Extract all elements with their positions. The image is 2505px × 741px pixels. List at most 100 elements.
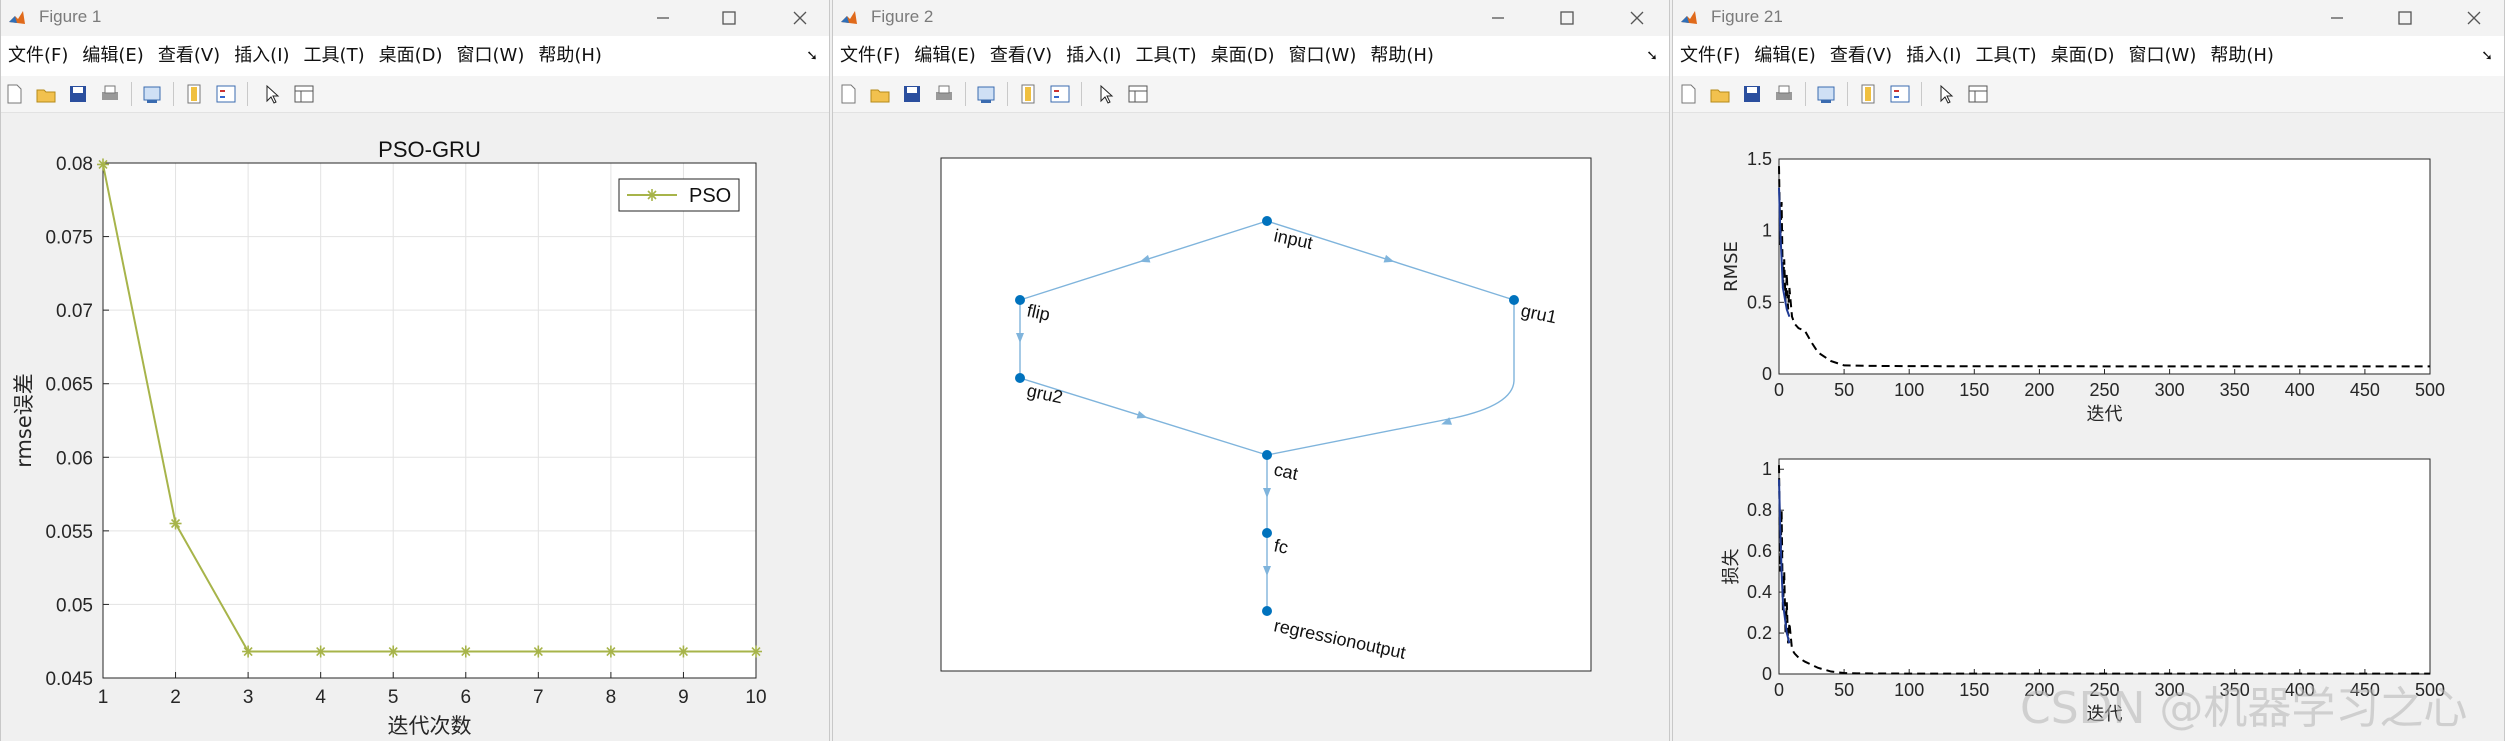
y-tick-label: 0.2: [1747, 623, 1772, 643]
save-icon[interactable]: [1741, 83, 1763, 105]
menu-view[interactable]: 查看(V): [151, 38, 227, 74]
x-tick-label: 100: [1894, 680, 1924, 700]
print-icon[interactable]: [933, 83, 955, 105]
x-tick-label: 7: [533, 687, 544, 708]
y-tick-label: 0.8: [1747, 500, 1772, 520]
edit-plot-arrow-icon[interactable]: [1095, 83, 1117, 105]
y-tick-label: 0.055: [45, 522, 93, 543]
menu-insert[interactable]: 插入(I): [1899, 38, 1968, 74]
toolbar-separator: [1805, 82, 1806, 106]
maximize-icon[interactable]: [1553, 4, 1581, 32]
node-gru1: [1509, 295, 1519, 305]
colorbar-icon[interactable]: [1857, 83, 1879, 105]
print-icon[interactable]: [1773, 83, 1795, 105]
minimize-icon[interactable]: [2323, 4, 2351, 32]
link-plot-icon[interactable]: [141, 83, 163, 105]
menu-window[interactable]: 窗口(W): [1282, 38, 1364, 74]
maximize-icon[interactable]: [715, 4, 743, 32]
menu-file[interactable]: 文件(F): [833, 38, 907, 74]
watermark: CSDN @机器学习之心: [2020, 683, 2468, 734]
close-icon[interactable]: [1623, 4, 1651, 32]
node-cat: [1262, 450, 1272, 460]
x-tick-label: 250: [2089, 380, 2119, 400]
menu-tools[interactable]: 工具(T): [297, 38, 372, 74]
figure-canvas: 0 50 100 150 200 250 300 350 400 450 500 0 0.5 1 1.5 迭代…: [1673, 113, 2504, 741]
save-icon[interactable]: [67, 83, 89, 105]
y-tick-label: 0: [1762, 364, 1772, 384]
property-inspector-icon[interactable]: [1127, 83, 1149, 105]
open-file-icon[interactable]: [869, 83, 891, 105]
x-tick-label: 50: [1834, 680, 1854, 700]
x-tick-label: 9: [678, 687, 689, 708]
menu-desktop[interactable]: 桌面(D): [1204, 38, 1282, 74]
menu-tools[interactable]: 工具(T): [1129, 38, 1204, 74]
graph-axes-box: [940, 157, 1592, 672]
minimize-icon[interactable]: [649, 4, 677, 32]
menu-edit[interactable]: 编辑(E): [907, 38, 982, 74]
menu-file[interactable]: 文件(F): [1, 38, 75, 74]
menu-insert[interactable]: 插入(I): [1059, 38, 1128, 74]
edit-plot-arrow-icon[interactable]: [1935, 83, 1957, 105]
legend-icon[interactable]: [1889, 83, 1911, 105]
menu-help[interactable]: 帮助(H): [531, 38, 609, 74]
menu-window[interactable]: 窗口(W): [2122, 38, 2204, 74]
open-file-icon[interactable]: [1709, 83, 1731, 105]
menu-overflow-icon[interactable]: ➘: [2474, 38, 2500, 74]
minimize-icon[interactable]: [1484, 4, 1512, 32]
open-file-icon[interactable]: [35, 83, 57, 105]
figure-2-window: Figure 2 文件(F) 编辑(E) 查看(V) 插入(I) 工具(T) 桌面(D) 窗…: [832, 0, 1670, 741]
legend-label-pso: PSO: [689, 185, 731, 207]
x-tick-label: 150: [1959, 380, 1989, 400]
menu-tools[interactable]: 工具(T): [1969, 38, 2044, 74]
menu-edit[interactable]: 编辑(E): [1747, 38, 1822, 74]
title-bar[interactable]: Figure 1: [1, 0, 829, 36]
menu-desktop[interactable]: 桌面(D): [372, 38, 450, 74]
menu-desktop[interactable]: 桌面(D): [2044, 38, 2122, 74]
close-icon[interactable]: [2460, 4, 2488, 32]
menu-view[interactable]: 查看(V): [983, 38, 1059, 74]
title-bar[interactable]: Figure 21: [1673, 0, 2504, 36]
y-tick-label: 0.05: [56, 595, 93, 616]
legend-icon[interactable]: [1049, 83, 1071, 105]
matlab-logo-icon: [1681, 11, 1697, 24]
x-tick-label: 0: [1774, 680, 1784, 700]
colorbar-icon[interactable]: [1017, 83, 1039, 105]
new-figure-icon[interactable]: [837, 83, 859, 105]
link-plot-icon[interactable]: [1815, 83, 1837, 105]
x-tick-label: 450: [2350, 380, 2380, 400]
y-tick-label: 0.6: [1747, 541, 1772, 561]
menu-file[interactable]: 文件(F): [1673, 38, 1747, 74]
chart-title: PSO-GRU: [378, 137, 481, 162]
title-bar[interactable]: Figure 2: [833, 0, 1669, 36]
figure-canvas: 1 2 3 4 5 6 7 8 9 10 0.045 0.05 0.055 0.06 0.065 0.07 0.…: [1, 113, 829, 741]
save-icon[interactable]: [901, 83, 923, 105]
x-tick-label: 300: [2155, 380, 2185, 400]
toolbar: [1673, 76, 2504, 113]
node-input: [1262, 216, 1272, 226]
x-tick-label: 200: [2024, 380, 2054, 400]
menu-edit[interactable]: 编辑(E): [75, 38, 150, 74]
menu-overflow-icon[interactable]: ➘: [799, 38, 825, 74]
menu-view[interactable]: 查看(V): [1823, 38, 1899, 74]
menu-overflow-icon[interactable]: ➘: [1639, 38, 1665, 74]
new-figure-icon[interactable]: [3, 83, 25, 105]
property-inspector-icon[interactable]: [1967, 83, 1989, 105]
maximize-icon[interactable]: [2391, 4, 2419, 32]
menu-help[interactable]: 帮助(H): [2203, 38, 2281, 74]
y-axis-label: RMSE: [1721, 241, 1742, 292]
x-axis-label: 迭代次数: [388, 714, 472, 738]
y-tick-label: 1: [1762, 459, 1772, 479]
legend-icon[interactable]: [215, 83, 237, 105]
menu-insert[interactable]: 插入(I): [227, 38, 296, 74]
new-figure-icon[interactable]: [1677, 83, 1699, 105]
x-tick-label: 1: [98, 687, 109, 708]
colorbar-icon[interactable]: [183, 83, 205, 105]
link-plot-icon[interactable]: [975, 83, 997, 105]
property-inspector-icon[interactable]: [293, 83, 315, 105]
menu-help[interactable]: 帮助(H): [1363, 38, 1441, 74]
print-icon[interactable]: [99, 83, 121, 105]
edit-plot-arrow-icon[interactable]: [261, 83, 283, 105]
plot-area: [1779, 159, 2430, 374]
close-icon[interactable]: [786, 4, 814, 32]
menu-window[interactable]: 窗口(W): [450, 38, 532, 74]
